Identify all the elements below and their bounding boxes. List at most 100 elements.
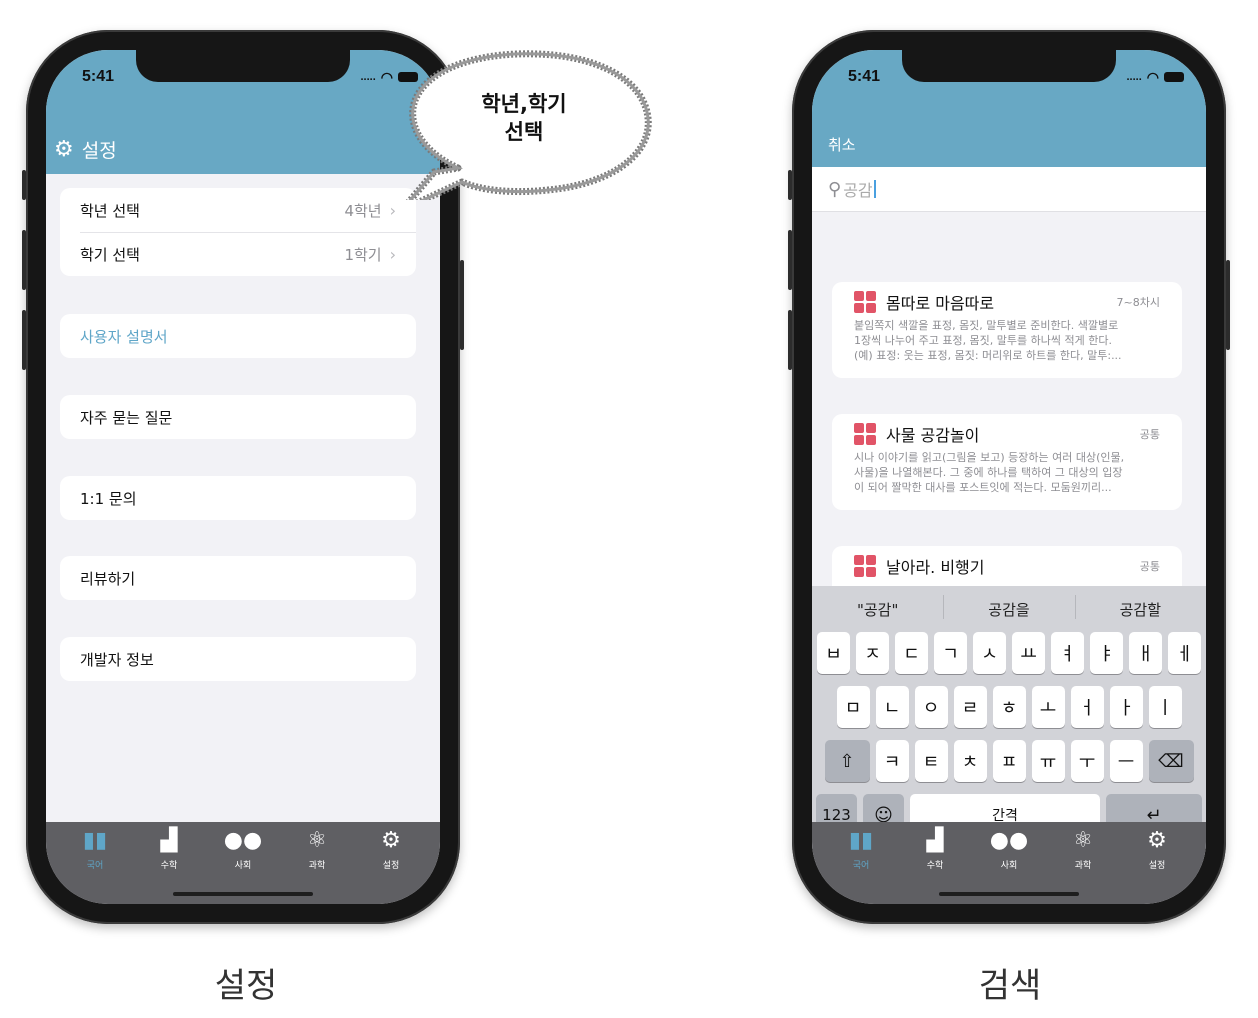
cellular-signal: ..... (360, 71, 376, 83)
settings-caption: 설정 (214, 966, 278, 1006)
suggestion-item[interactable]: 공감할 (1074, 594, 1206, 620)
gear-icon: ⚙ (1147, 828, 1167, 853)
result-card[interactable]: 몸따로 마음따로 7~8차시 붙임쪽지 색깔을 표정, 몸짓, 말투별로 준비한… (832, 282, 1182, 378)
search-icon: ⚲ (828, 178, 842, 200)
key[interactable]: ㅏ (1109, 686, 1143, 728)
tab-korean[interactable]: ▮▮ 국어 (831, 828, 891, 872)
key-row-3: ⇧ ㅋ ㅌ ㅊ ㅍ ㅠ ㅜ ㅡ ⌫ (812, 740, 1206, 782)
tab-social[interactable]: ●● 사회 (213, 828, 273, 872)
row-value: 1학기 (344, 245, 382, 264)
suggestion-item[interactable]: 공감을 (943, 594, 1074, 620)
key[interactable]: ㅡ (1109, 740, 1143, 782)
volume-down-button (788, 310, 792, 370)
tab-math[interactable]: ▟ 수학 (905, 830, 965, 872)
tab-settings[interactable]: ⚙ 설정 (361, 828, 421, 872)
tab-settings[interactable]: ⚙ 설정 (1127, 828, 1187, 872)
key[interactable]: ㅗ (1031, 686, 1065, 728)
key[interactable]: ㅇ (914, 686, 948, 728)
tab-math[interactable]: ▟ 수학 (139, 830, 199, 872)
gear-icon: ⚙ (381, 828, 401, 853)
key[interactable]: ㄴ (875, 686, 909, 728)
activity-icon (854, 423, 876, 445)
grade-semester-group: 학년 선택 4학년 › 학기 선택 1학기 › (60, 188, 416, 276)
search-bar[interactable]: ⚲ 공감 (812, 167, 1206, 212)
inquiry-row[interactable]: 1:1 문의 (60, 476, 416, 520)
people-icon: ●● (223, 828, 263, 853)
tab-label: 과학 (1074, 861, 1092, 871)
review-row[interactable]: 리뷰하기 (60, 556, 416, 600)
atom-icon: ⚛ (1073, 828, 1093, 853)
tab-label: 과학 (308, 861, 326, 871)
key[interactable]: ㅜ (1070, 740, 1104, 782)
key[interactable]: ㅕ (1051, 632, 1084, 674)
search-screen: 5:41 ..... ◠ 취소 ⚲ 공감 몸따로 마음따로 7~8차시 붙임쪽지… (812, 50, 1206, 904)
developer-info-row[interactable]: 개발자 정보 (60, 637, 416, 681)
search-input[interactable]: 공감 (843, 177, 872, 201)
key[interactable]: ㅂ (817, 632, 850, 674)
key[interactable]: ㅑ (1090, 632, 1123, 674)
key[interactable]: ㅣ (1148, 686, 1182, 728)
key[interactable]: ㅌ (914, 740, 948, 782)
card-description: 시나 이야기를 읽고(그림을 보고) 등장하는 여러 대상(인물, 사물)을 나… (854, 451, 1125, 494)
key[interactable]: ㅋ (875, 740, 909, 782)
review-group: 리뷰하기 (60, 556, 416, 600)
card-tag: 공통 (1139, 428, 1160, 441)
chevron-right-icon: › (389, 200, 396, 220)
home-indicator (939, 892, 1079, 896)
row-label: 1:1 문의 (80, 489, 137, 508)
suggestion-bar: "공감" 공감을 공감할 (812, 586, 1206, 632)
activity-icon (854, 291, 876, 313)
key[interactable]: ㅅ (973, 632, 1006, 674)
power-button (460, 260, 464, 350)
tab-social[interactable]: ●● 사회 (979, 830, 1039, 872)
faq-row[interactable]: 자주 묻는 질문 (60, 395, 416, 439)
grade-select-row[interactable]: 학년 선택 4학년 › (60, 188, 416, 232)
key[interactable]: ㅊ (953, 740, 987, 782)
text-cursor (873, 180, 876, 198)
atom-icon: ⚛ (307, 828, 327, 853)
key[interactable]: ㅠ (1031, 740, 1065, 782)
notch (136, 50, 350, 82)
key[interactable]: ㅐ (1129, 632, 1162, 674)
book-icon: ▮▮ (848, 828, 874, 853)
tab-label: 수학 (926, 861, 944, 871)
settings-phone: 5:41 ..... ◠ ⚙ 설정 학년 선택 4학년 › 학기 선택 1학기 … (22, 30, 464, 924)
key[interactable]: ㅛ (1012, 632, 1045, 674)
result-card[interactable]: 사물 공감놀이 공통 시나 이야기를 읽고(그림을 보고) 등장하는 여러 대상… (832, 414, 1182, 510)
delete-key[interactable]: ⌫ (1148, 740, 1194, 782)
row-label: 개발자 정보 (80, 650, 154, 669)
tab-label: 사회 (1000, 861, 1018, 871)
tab-label: 설정 (1148, 861, 1166, 871)
search-caption: 검색 (978, 966, 1042, 1006)
key[interactable]: ㄱ (934, 632, 967, 674)
volume-up-button (788, 230, 792, 290)
card-description: 붙임쪽지 색깔을 표정, 몸짓, 말투별로 준비한다. 색깔별로 1장씩 나누어… (854, 319, 1122, 362)
key[interactable]: ㅎ (992, 686, 1026, 728)
user-manual-row[interactable]: 사용자 설명서 (60, 314, 416, 358)
semester-select-row[interactable]: 학기 선택 1학기 › (60, 232, 416, 276)
tab-label: 수학 (160, 861, 178, 871)
tab-korean[interactable]: ▮▮ 국어 (65, 830, 125, 872)
manual-group: 사용자 설명서 (60, 314, 416, 358)
suggestion-item[interactable]: "공감" (812, 599, 943, 620)
key[interactable]: ㅈ (856, 632, 889, 674)
volume-up-button (22, 230, 26, 290)
key[interactable]: ㄹ (953, 686, 987, 728)
search-phone: 5:41 ..... ◠ 취소 ⚲ 공감 몸따로 마음따로 7~8차시 붙임쪽지… (788, 30, 1230, 924)
key[interactable]: ㅔ (1168, 632, 1201, 674)
shift-icon: ⇧ (839, 750, 855, 772)
shift-key[interactable]: ⇧ (824, 740, 870, 782)
key[interactable]: ㄷ (895, 632, 928, 674)
page-title: ⚙ 설정 (54, 136, 117, 163)
tab-bar: ▮▮ 국어 ▟ 수학 ●● 사회 ⚛ 과학 ⚙ 설정 (46, 822, 440, 904)
key[interactable]: ㅍ (992, 740, 1026, 782)
cancel-button[interactable]: 취소 (828, 134, 856, 155)
wifi-icon: ◠ (380, 68, 393, 85)
tab-bar: ▮▮ 국어 ▟ 수학 ●● 사회 ⚛ 과학 ⚙ 설정 (812, 822, 1206, 904)
tab-science[interactable]: ⚛ 과학 (287, 828, 347, 872)
key[interactable]: ㅁ (836, 686, 870, 728)
card-tag: 7~8차시 (1116, 296, 1160, 309)
tab-science[interactable]: ⚛ 과학 (1053, 828, 1113, 872)
key[interactable]: ㅓ (1070, 686, 1104, 728)
mute-switch (22, 170, 26, 200)
